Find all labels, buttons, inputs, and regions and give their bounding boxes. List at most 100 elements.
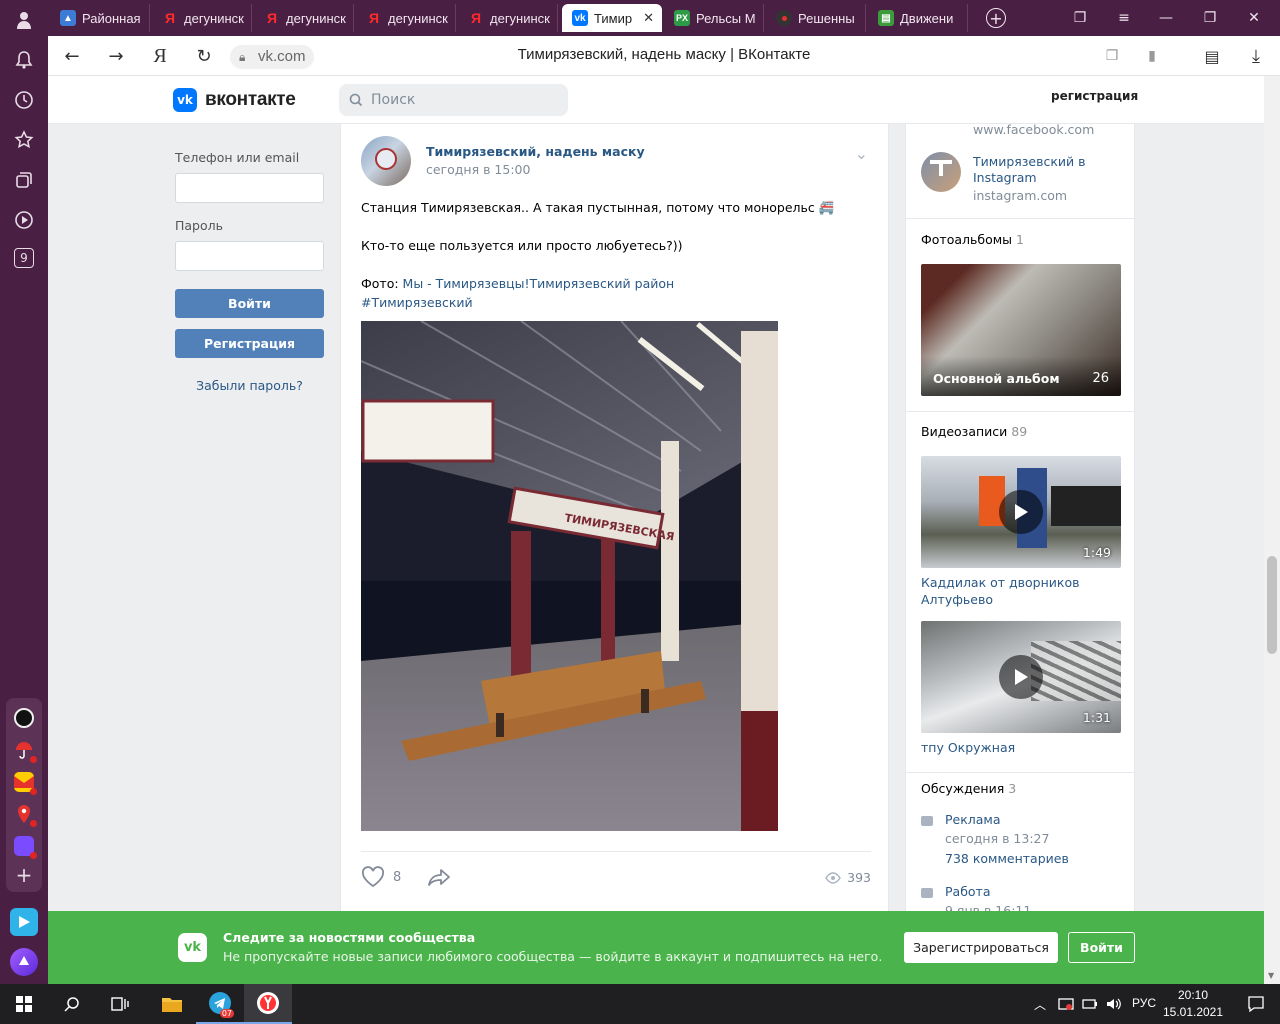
yandex-icon: Я bbox=[266, 10, 278, 26]
district-link[interactable]: Тимирязевский район bbox=[530, 276, 675, 291]
battery-icon[interactable] bbox=[1078, 984, 1102, 1024]
language-indicator[interactable]: РУС bbox=[1132, 996, 1156, 1010]
page-scrollbar[interactable]: ▼ bbox=[1264, 76, 1280, 984]
history-icon[interactable] bbox=[12, 88, 36, 112]
post-photo[interactable]: ТИМИРЯЗЕВСКАЯ bbox=[361, 321, 778, 831]
discussions-header[interactable]: Обсуждения 3 bbox=[921, 781, 1016, 796]
tab-resolved[interactable]: Решенны bbox=[766, 4, 866, 32]
instagram-avatar[interactable] bbox=[921, 152, 961, 192]
album-thumbnail[interactable]: Основной альбом 26 bbox=[921, 264, 1121, 396]
alice-icon[interactable] bbox=[10, 948, 38, 976]
share-button[interactable] bbox=[427, 866, 451, 892]
like-button[interactable]: 8 bbox=[361, 866, 401, 888]
minimize-icon[interactable]: — bbox=[1156, 8, 1176, 28]
register-button[interactable]: Регистрация bbox=[175, 329, 324, 358]
system-clock[interactable]: 20:10 15.01.2021 bbox=[1162, 987, 1224, 1021]
hashtag-link[interactable]: #Тимирязевский bbox=[361, 293, 871, 312]
tab-degunino-4[interactable]: Я дегунинск bbox=[458, 4, 558, 32]
network-icon[interactable] bbox=[1054, 984, 1078, 1024]
telegram-badge: 07 bbox=[219, 1009, 234, 1018]
video-title-link[interactable]: Каддилак от дворников Алтуфьево bbox=[921, 574, 1121, 608]
yandex-icon: Я bbox=[164, 10, 176, 26]
tab-rails[interactable]: PX Рельсы М bbox=[664, 4, 764, 32]
banner-subtitle: Не пропускайте новые записи любимого соо… bbox=[223, 949, 883, 964]
play-icon[interactable] bbox=[12, 208, 36, 232]
close-window-icon[interactable]: ✕ bbox=[1244, 8, 1264, 28]
download-icon[interactable]: ⤓ bbox=[1244, 44, 1268, 68]
tab-degunino-2[interactable]: Я дегунинск bbox=[254, 4, 354, 32]
banner-register-button[interactable]: Зарегистрироваться bbox=[904, 932, 1058, 963]
reading-list-icon[interactable]: ▤ bbox=[1200, 44, 1224, 68]
tab-degunino-1[interactable]: Я дегунинск bbox=[152, 4, 252, 32]
scrollbar-thumb[interactable] bbox=[1267, 556, 1277, 654]
bell-icon[interactable] bbox=[12, 48, 36, 72]
messenger-icon[interactable] bbox=[14, 836, 37, 859]
instagram-link[interactable]: Тимирязевский в Instagram bbox=[973, 154, 1123, 186]
video-thumbnail[interactable]: 1:49 bbox=[921, 456, 1121, 568]
comments-link[interactable]: 738 комментариев bbox=[945, 851, 1069, 866]
tab-vk-active[interactable]: vk Тимир ✕ bbox=[562, 4, 662, 32]
menu-icon[interactable]: ≡ bbox=[1114, 8, 1134, 28]
tab-label: Движени bbox=[900, 10, 954, 26]
forgot-password-link[interactable]: Забыли пароль? bbox=[175, 378, 324, 393]
vk-icon: vk bbox=[173, 88, 197, 112]
videos-section: Видеозаписи 89 1:49 Каддилак от дворников… bbox=[906, 412, 1136, 773]
banner-login-button[interactable]: Войти bbox=[1068, 932, 1135, 963]
zen-icon[interactable] bbox=[10, 908, 38, 936]
task-view-icon[interactable] bbox=[96, 984, 144, 1024]
play-icon[interactable] bbox=[999, 490, 1043, 534]
tab-degunino-3[interactable]: Я дегунинск bbox=[356, 4, 456, 32]
albums-header[interactable]: Фотоальбомы 1 bbox=[921, 232, 1024, 247]
post-time[interactable]: сегодня в 15:00 bbox=[426, 162, 530, 177]
photo-credit-link[interactable]: Мы - Тимирязевцы! bbox=[403, 276, 530, 291]
yandex-browser-icon[interactable] bbox=[244, 984, 292, 1024]
phone-field[interactable] bbox=[175, 173, 324, 203]
add-app-icon[interactable]: + bbox=[14, 865, 34, 886]
notifications-icon[interactable] bbox=[1232, 984, 1280, 1024]
search-icon[interactable] bbox=[48, 984, 96, 1024]
url-text: vk.com bbox=[258, 48, 306, 65]
collections-icon[interactable] bbox=[12, 168, 36, 192]
videos-header[interactable]: Видеозаписи 89 bbox=[921, 424, 1027, 439]
close-icon[interactable]: ✕ bbox=[643, 10, 654, 26]
tab-rayonnaya[interactable]: ▲ Районная bbox=[50, 4, 150, 32]
mail-icon[interactable] bbox=[14, 772, 37, 795]
tabs-list-icon[interactable]: ❐ bbox=[1070, 8, 1090, 28]
telegram-icon[interactable]: 07 bbox=[196, 984, 244, 1024]
lock-icon[interactable]: 🔒︎ bbox=[239, 45, 245, 69]
alice-station-icon[interactable] bbox=[14, 708, 34, 728]
register-link[interactable]: регистрация bbox=[1051, 89, 1138, 103]
profile-icon[interactable] bbox=[12, 8, 36, 32]
albums-section: Фотоальбомы 1 Основной альбом 26 bbox=[906, 219, 1136, 412]
restore-icon[interactable]: ❐ bbox=[1200, 8, 1220, 28]
umbrella-icon[interactable] bbox=[14, 740, 37, 763]
yandex-icon: Я bbox=[368, 10, 380, 26]
new-tab-icon[interactable]: + bbox=[986, 8, 1006, 28]
chevron-down-icon[interactable]: ⌄ bbox=[855, 144, 868, 163]
play-icon[interactable] bbox=[999, 655, 1043, 699]
url-field[interactable]: 🔒︎ vk.com bbox=[230, 45, 314, 69]
volume-icon[interactable] bbox=[1102, 984, 1126, 1024]
password-field[interactable] bbox=[175, 241, 324, 271]
maps-pin-icon[interactable] bbox=[14, 804, 37, 827]
discussion-item[interactable]: Реклама сегодня в 13:27 738 комментариев bbox=[921, 812, 1121, 872]
star-icon[interactable] bbox=[12, 128, 36, 152]
discussion-item[interactable]: Работа 9 янв в 16:11 bbox=[921, 884, 1121, 918]
album-photo-count: 26 bbox=[1092, 371, 1109, 386]
login-button[interactable]: Войти bbox=[175, 289, 324, 318]
scroll-down-icon[interactable]: ▼ bbox=[1268, 971, 1274, 980]
community-avatar[interactable] bbox=[361, 136, 411, 186]
number-badge-icon[interactable]: 9 bbox=[14, 248, 34, 268]
copy-link-icon[interactable]: ❐ bbox=[1100, 44, 1124, 68]
post-author-link[interactable]: Тимирязевский, надень маску bbox=[426, 144, 645, 159]
video-title-link[interactable]: тпу Окружная bbox=[921, 739, 1121, 756]
windows-start-icon[interactable] bbox=[0, 984, 48, 1024]
comment-icon bbox=[921, 816, 933, 826]
file-explorer-icon[interactable] bbox=[148, 984, 196, 1024]
bookmark-icon[interactable]: ▮ bbox=[1140, 44, 1164, 68]
vk-logo[interactable]: vk вконтакте bbox=[173, 88, 296, 112]
search-input[interactable]: Поиск bbox=[339, 84, 568, 116]
video-thumbnail[interactable]: 1:31 bbox=[921, 621, 1121, 733]
tab-movement[interactable]: ▤ Движени bbox=[868, 4, 968, 32]
chevron-up-icon[interactable]: ︿ bbox=[1028, 984, 1052, 1024]
